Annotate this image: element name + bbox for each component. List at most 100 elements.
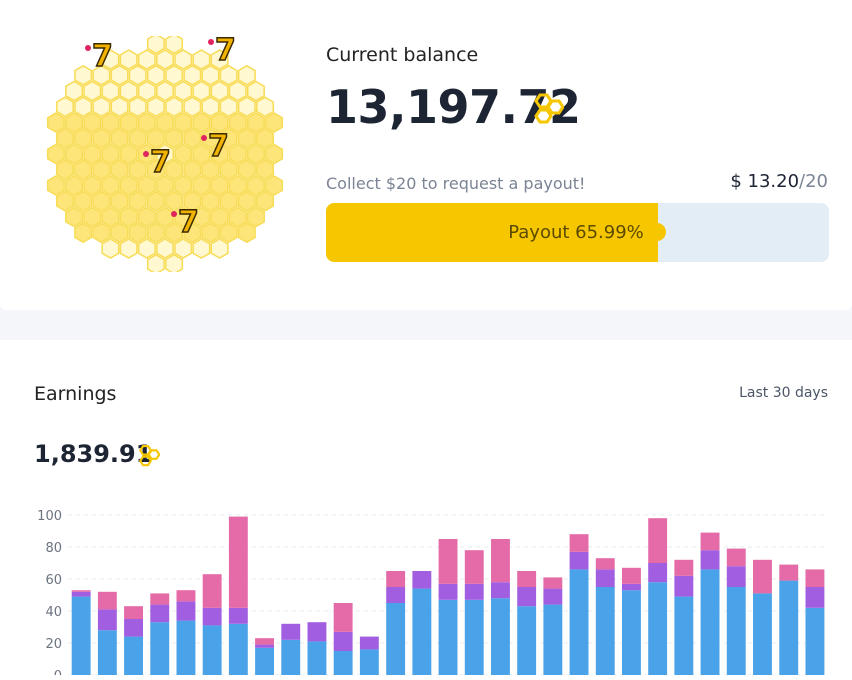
chart-bar-segment[interactable] [228, 607, 248, 624]
chart-bar-segment[interactable] [726, 566, 746, 587]
chart-bar-segment[interactable] [464, 599, 484, 675]
chart-bar-segment[interactable] [622, 590, 641, 675]
chart-bar-segment[interactable] [255, 647, 274, 675]
chart-bar-segment[interactable] [412, 588, 432, 675]
chart-bar-segment[interactable] [228, 516, 248, 608]
chart-bar-segment[interactable] [726, 587, 746, 675]
chart-bar-segment[interactable] [333, 631, 353, 651]
chart-bar-segment[interactable] [648, 582, 668, 675]
payout-target: /20 [799, 171, 828, 192]
chart-bar-segment[interactable] [97, 591, 117, 610]
chart-bar-segment[interactable] [359, 649, 379, 675]
chart-bar-segment[interactable] [176, 620, 196, 675]
chart-bar-segment[interactable] [491, 539, 510, 583]
chart-bar-segment[interactable] [307, 641, 327, 675]
honeycomb-cell [174, 175, 193, 196]
chart-bar-segment[interactable] [307, 622, 327, 642]
chart-bar-segment[interactable] [97, 609, 117, 631]
chart-bar-segment[interactable] [176, 601, 196, 621]
chart-bar-segment[interactable] [700, 569, 720, 675]
chart-bar-segment[interactable] [71, 590, 91, 592]
honeycomb-cell [110, 222, 129, 244]
honeycomb-cell [119, 175, 138, 196]
chart-bar-segment[interactable] [700, 532, 720, 551]
chart-bar-segment[interactable] [674, 575, 694, 597]
chart-bar-segment[interactable] [779, 580, 799, 675]
earnings-period-selector[interactable]: Last 30 days [739, 385, 828, 401]
chart-bar-segment[interactable] [97, 630, 117, 675]
chart-bar-segment[interactable] [150, 604, 170, 623]
honeycomb-coin-icon [138, 445, 160, 467]
chart-bar-segment[interactable] [281, 623, 301, 640]
chart-bar-segment[interactable] [648, 518, 668, 563]
chart-bar-segment[interactable] [438, 583, 458, 600]
chart-bar-segment[interactable] [438, 539, 458, 584]
chart-bar-segment[interactable] [333, 603, 353, 632]
chart-bar-segment[interactable] [386, 587, 406, 603]
honeycomb-cell [46, 175, 65, 196]
honeycomb-cell [174, 143, 193, 165]
chart-bar-segment[interactable] [595, 587, 615, 675]
current-balance-label: Current balance [326, 44, 479, 66]
chart-bar-segment[interactable] [648, 563, 668, 583]
chart-bar-segment[interactable] [255, 644, 274, 648]
chart-bar-segment[interactable] [124, 606, 143, 619]
chart-bar-segment[interactable] [491, 598, 510, 675]
chart-bar-segment[interactable] [150, 593, 170, 605]
honeycomb-cell [110, 159, 129, 181]
honeycomb-cell [128, 222, 147, 244]
chart-bar-segment[interactable] [491, 582, 510, 599]
chart-bar-segment[interactable] [543, 588, 563, 605]
chart-bar-segment[interactable] [622, 567, 641, 584]
chart-bar-segment[interactable] [202, 625, 222, 675]
chart-bar-segment[interactable] [255, 638, 274, 645]
chart-bar-segment[interactable] [386, 571, 406, 587]
honeycomb-cell [137, 206, 156, 228]
chart-bar-segment[interactable] [71, 591, 91, 597]
chart-bar-segment[interactable] [71, 596, 91, 675]
chart-bar-segment[interactable] [359, 636, 379, 650]
chart-bar-segment[interactable] [333, 651, 353, 675]
chart-bar-segment[interactable] [622, 583, 641, 591]
chart-bar-segment[interactable] [595, 558, 615, 570]
chart-bar-segment[interactable] [464, 583, 484, 600]
chart-bar-segment[interactable] [805, 607, 825, 675]
chart-bar-segment[interactable] [202, 607, 222, 626]
chart-bar-segment[interactable] [700, 550, 720, 570]
chart-bar-segment[interactable] [805, 569, 825, 587]
honeycomb-cell [192, 49, 211, 70]
chart-bar-segment[interactable] [569, 551, 589, 570]
chart-bar-segment[interactable] [412, 571, 432, 589]
honeycomb-cell [174, 238, 193, 259]
chart-bar-segment[interactable] [569, 534, 589, 552]
chart-bar-segment[interactable] [543, 577, 563, 589]
chart-bar-segment[interactable] [674, 559, 694, 576]
chart-bar-segment[interactable] [543, 604, 563, 675]
chart-bar-segment[interactable] [281, 639, 301, 675]
chart-bar-segment[interactable] [805, 587, 825, 608]
honeycomb-cell [55, 159, 74, 181]
honeycomb-cell [192, 80, 211, 102]
chart-bar-segment[interactable] [124, 619, 143, 637]
chart-bar-segment[interactable] [753, 559, 772, 594]
chart-bar-segment[interactable] [202, 574, 222, 608]
chart-bar-segment[interactable] [464, 550, 484, 584]
chart-bar-segment[interactable] [569, 569, 589, 675]
chart-bar-segment[interactable] [150, 622, 170, 675]
chart-bar-segment[interactable] [124, 636, 143, 675]
chart-bar-segment[interactable] [438, 599, 458, 675]
honeycomb-cell [183, 96, 202, 118]
chart-bar-segment[interactable] [176, 590, 196, 602]
chart-bar-segment[interactable] [517, 571, 537, 587]
chart-bar-segment[interactable] [674, 596, 694, 675]
honeycomb-cell [246, 80, 265, 102]
payout-progress-bar[interactable]: Payout 65.99% [326, 203, 829, 262]
chart-bar-segment[interactable] [386, 603, 406, 675]
chart-bar-segment[interactable] [726, 548, 746, 567]
chart-bar-segment[interactable] [228, 623, 248, 675]
chart-bar-segment[interactable] [517, 606, 537, 675]
chart-bar-segment[interactable] [753, 593, 772, 675]
chart-bar-segment[interactable] [779, 564, 799, 581]
chart-bar-segment[interactable] [595, 569, 615, 587]
chart-bar-segment[interactable] [517, 587, 537, 607]
